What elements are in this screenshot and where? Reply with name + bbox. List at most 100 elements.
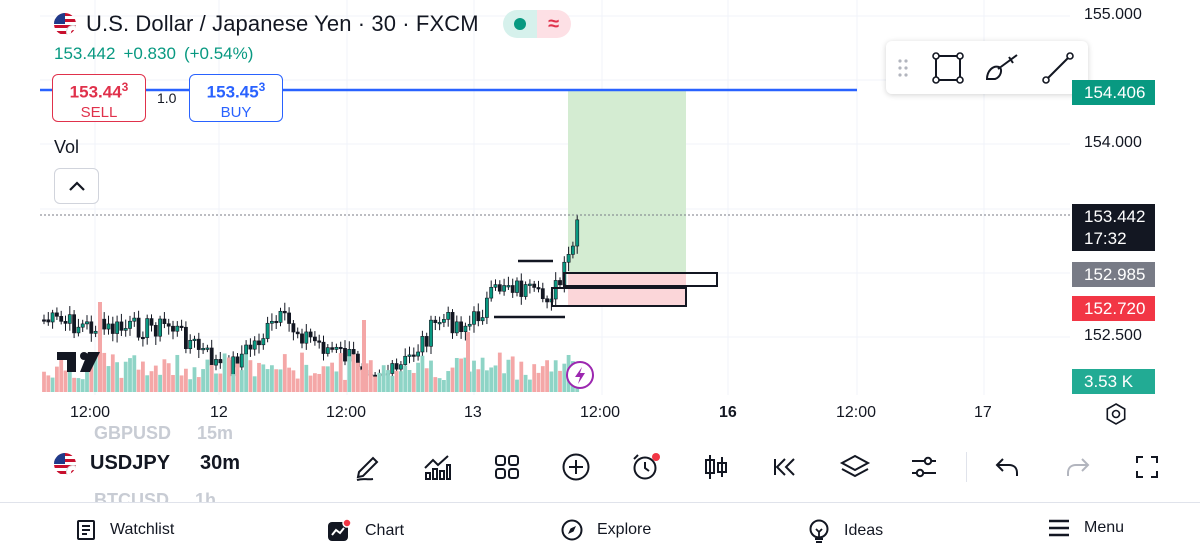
volume-bar	[549, 371, 554, 392]
candle-body	[153, 325, 158, 337]
candle-body	[317, 340, 322, 343]
volume-bar	[519, 361, 524, 392]
volume-bar	[416, 362, 420, 392]
volume-bar	[46, 375, 51, 392]
nav-explore[interactable]: Explore	[561, 519, 651, 541]
candle-body	[106, 323, 111, 330]
candle-body	[63, 321, 68, 324]
sell-button[interactable]: 153.443 SELL	[52, 74, 146, 122]
collapse-legend-button[interactable]	[54, 168, 99, 204]
volume-bar	[390, 375, 395, 392]
candle-body	[67, 314, 72, 324]
nav-ideas[interactable]: Ideas	[808, 519, 883, 543]
undo-icon[interactable]	[991, 451, 1023, 483]
volume-bar	[153, 365, 158, 392]
volume-bar	[347, 356, 352, 392]
candle-body	[545, 298, 550, 303]
candle-body	[209, 347, 214, 366]
replay-icon[interactable]	[769, 451, 801, 483]
take-profit-price-tag: 154.406	[1072, 80, 1155, 105]
volume-bar	[472, 360, 476, 392]
watchlist-peek-above[interactable]: GBPUSD 15m	[94, 423, 233, 444]
grip-icon[interactable]	[886, 58, 920, 78]
volume-bar	[132, 355, 137, 392]
volume-bar	[175, 354, 180, 392]
volume-bar	[343, 379, 347, 392]
candle-body	[115, 321, 120, 334]
candle-body	[424, 336, 429, 347]
candle-body	[50, 312, 55, 323]
volume-bar	[356, 362, 360, 392]
candle-body	[304, 331, 309, 344]
price-tick: 154.000	[1084, 134, 1142, 151]
timeframe[interactable]: 30m	[200, 452, 240, 475]
volume-bar	[317, 373, 322, 392]
volume-bar	[532, 364, 537, 392]
volume-bar	[244, 354, 248, 392]
add-circle-icon[interactable]	[560, 451, 592, 483]
candle-body	[192, 338, 197, 341]
volume-bar	[171, 375, 175, 392]
alert-clock-icon[interactable]	[630, 451, 662, 483]
volume-bar	[424, 368, 429, 392]
volume-bar	[252, 376, 257, 392]
candle-body	[330, 347, 335, 350]
volume-bar	[196, 377, 201, 392]
volume-bar	[377, 372, 382, 392]
candle-body	[558, 280, 562, 286]
candle-body	[390, 363, 395, 374]
brush-icon[interactable]	[975, 41, 1030, 94]
volume-bar	[304, 364, 309, 392]
rectangle-icon[interactable]	[920, 41, 975, 94]
candle-body	[141, 336, 145, 340]
candle-body	[334, 346, 339, 350]
order-quantity[interactable]: 1.0	[157, 90, 176, 106]
volume-bar	[110, 354, 115, 392]
volume-legend[interactable]: Vol	[54, 137, 79, 158]
nav-chart[interactable]: Chart	[327, 519, 404, 543]
volume-bar	[106, 366, 111, 392]
market-status-pill[interactable]: ≈	[502, 10, 571, 38]
volume-bar	[485, 370, 489, 392]
volume-bar	[119, 377, 124, 392]
candle-body	[338, 346, 343, 350]
fullscreen-icon[interactable]	[1131, 451, 1163, 483]
volume-bar	[334, 371, 339, 392]
nav-watchlist[interactable]: Watchlist	[76, 519, 174, 541]
candle-body	[85, 321, 89, 325]
candle-body	[278, 310, 283, 323]
symbol-selector[interactable]: USDJPY 30m	[54, 452, 240, 475]
chart-area[interactable]: U.S. Dollar / Japanese Yen · 30 · FXCM ≈…	[0, 0, 1200, 430]
axis-settings-icon[interactable]	[1104, 402, 1128, 426]
candle-body	[239, 353, 244, 368]
layout-grid-icon[interactable]	[491, 451, 523, 483]
volume-bar	[308, 375, 313, 392]
usd-jpy-flag-icon	[54, 13, 76, 35]
volume-bar	[257, 362, 261, 392]
layers-icon[interactable]	[839, 451, 871, 483]
candle-body	[467, 323, 472, 327]
peek-timeframe: 15m	[197, 423, 234, 443]
volume-bar	[179, 375, 184, 392]
redo-icon[interactable]	[1062, 451, 1094, 483]
sell-label: SELL	[80, 103, 118, 121]
volume-bar	[239, 370, 244, 392]
volume-bar	[351, 354, 356, 392]
candle-style-icon[interactable]	[700, 451, 732, 483]
buy-price: 153.45	[206, 82, 259, 102]
candle-body	[136, 317, 141, 338]
volume-bar	[373, 376, 377, 392]
nav-menu[interactable]: Menu	[1048, 519, 1124, 537]
volume-bar	[362, 320, 366, 392]
candle-body	[394, 363, 399, 370]
volume-bar	[149, 371, 154, 392]
indicators-icon[interactable]	[421, 451, 453, 483]
candle-body	[407, 354, 412, 357]
buy-button[interactable]: 153.453 BUY	[189, 74, 283, 122]
candle-body	[325, 347, 330, 354]
symbol-title[interactable]: U.S. Dollar / Japanese Yen · 30 · FXCM	[86, 11, 479, 37]
pencil-icon[interactable]	[352, 451, 384, 483]
candle-body	[76, 326, 81, 334]
settings-sliders-icon[interactable]	[908, 451, 940, 483]
volume-bar	[166, 363, 171, 392]
